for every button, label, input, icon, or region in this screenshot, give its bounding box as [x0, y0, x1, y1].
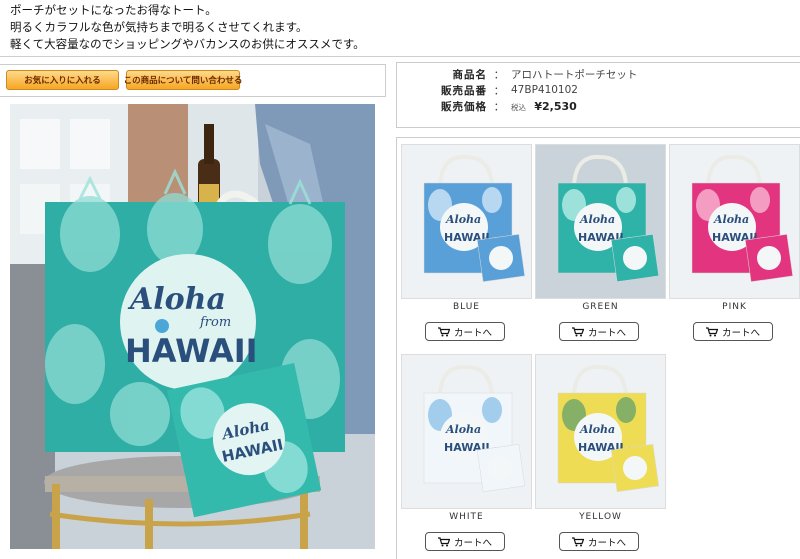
add-to-cart-button[interactable]: カートへ: [425, 532, 505, 551]
variation-color-label: BLUE: [452, 302, 480, 312]
colon: ：: [493, 68, 505, 81]
variation-thumbnail[interactable]: Aloha HAWAII: [401, 354, 532, 509]
cart-icon: [571, 326, 584, 337]
variation-color-label: YELLOW: [579, 512, 622, 522]
add-to-cart-label: カートへ: [721, 327, 760, 339]
product-name: アロハトートポーチセット: [511, 68, 638, 81]
cart-icon: [437, 326, 450, 337]
variation-item-white: Aloha HAWAII WHITE カートへ: [401, 354, 533, 559]
add-to-cart-label: カートへ: [453, 537, 492, 549]
product-inquiry-button[interactable]: この商品について問い合わせる: [124, 70, 242, 90]
product-name-row: 商品名 ： アロハトートポーチセット: [397, 66, 638, 82]
add-to-cart-label: カートへ: [453, 327, 492, 339]
cart-icon: [437, 536, 450, 547]
logo-from-text: from: [199, 315, 231, 330]
description-line: 明るくカラフルな色が気持ちまで明るくさせてくれます。: [10, 20, 308, 34]
variation-thumbnail[interactable]: Aloha HAWAII: [535, 144, 666, 299]
variation-color-label: PINK: [722, 302, 747, 312]
product-name-label: 商品名: [452, 68, 487, 81]
svg-text:Aloha: Aloha: [579, 213, 615, 226]
colon: ：: [493, 100, 505, 113]
description-line: 軽くて大容量なのでショッピングやバカンスのお供にオススメです。: [10, 37, 365, 51]
cart-icon: [571, 536, 584, 547]
add-to-cart-button[interactable]: カートへ: [425, 322, 505, 341]
add-to-favorites-button[interactable]: お気に入りに入れる: [6, 70, 119, 90]
variation-item-green: Aloha HAWAII GREEN カートへ: [535, 144, 667, 349]
divider: [0, 56, 800, 57]
product-code: 47BP410102: [511, 84, 578, 96]
color-variations: Aloha HAWAII BLUE カートへ Aloha HAWAII GREEN カートへ A…: [396, 137, 800, 559]
product-info: 商品名 ： アロハトートポーチセット 販売品番 ： 47BP410102 販売価…: [396, 62, 800, 128]
variation-thumbnail[interactable]: Aloha HAWAII: [401, 144, 532, 299]
add-to-cart-label: カートへ: [587, 327, 626, 339]
variation-thumbnail[interactable]: Aloha HAWAII: [669, 144, 800, 299]
description-line: ポーチがセットになったお得なトート。: [10, 3, 217, 17]
main-product-image[interactable]: Aloha from HAWAII Aloha HAWAII: [10, 104, 375, 549]
variation-item-blue: Aloha HAWAII BLUE カートへ: [401, 144, 533, 349]
product-description: ポーチがセットになったお得なトート。 明るくカラフルな色が気持ちまで明るくさせて…: [10, 2, 790, 53]
add-to-cart-button[interactable]: カートへ: [559, 532, 639, 551]
tax-included-label: 税込: [511, 102, 526, 112]
variation-item-yellow: Aloha HAWAII YELLOW カートへ: [535, 354, 667, 559]
variation-color-label: WHITE: [449, 512, 484, 522]
svg-text:Aloha: Aloha: [713, 213, 749, 226]
logo-hawaii-text: HAWAII: [125, 332, 258, 370]
add-to-cart-label: カートへ: [587, 537, 626, 549]
variation-color-label: GREEN: [582, 302, 619, 312]
product-code-row: 販売品番 ： 47BP410102: [397, 82, 578, 98]
logo-aloha-text: Aloha: [127, 282, 226, 317]
colon: ：: [493, 84, 505, 97]
product-price-label: 販売価格: [441, 100, 487, 113]
add-to-cart-button[interactable]: カートへ: [559, 322, 639, 341]
variation-item-pink: Aloha HAWAII PINK カートへ: [669, 144, 800, 349]
add-to-cart-button[interactable]: カートへ: [693, 322, 773, 341]
product-code-label: 販売品番: [441, 84, 487, 97]
cart-icon: [705, 326, 718, 337]
product-price: ¥2,530: [534, 99, 577, 113]
action-bar: お気に入りに入れる この商品について問い合わせる: [0, 64, 386, 97]
svg-text:Aloha: Aloha: [445, 423, 481, 436]
svg-text:Aloha: Aloha: [579, 423, 615, 436]
variation-thumbnail[interactable]: Aloha HAWAII: [535, 354, 666, 509]
svg-text:Aloha: Aloha: [445, 213, 481, 226]
product-price-row: 販売価格 ： 税込 ¥2,530: [397, 98, 577, 114]
